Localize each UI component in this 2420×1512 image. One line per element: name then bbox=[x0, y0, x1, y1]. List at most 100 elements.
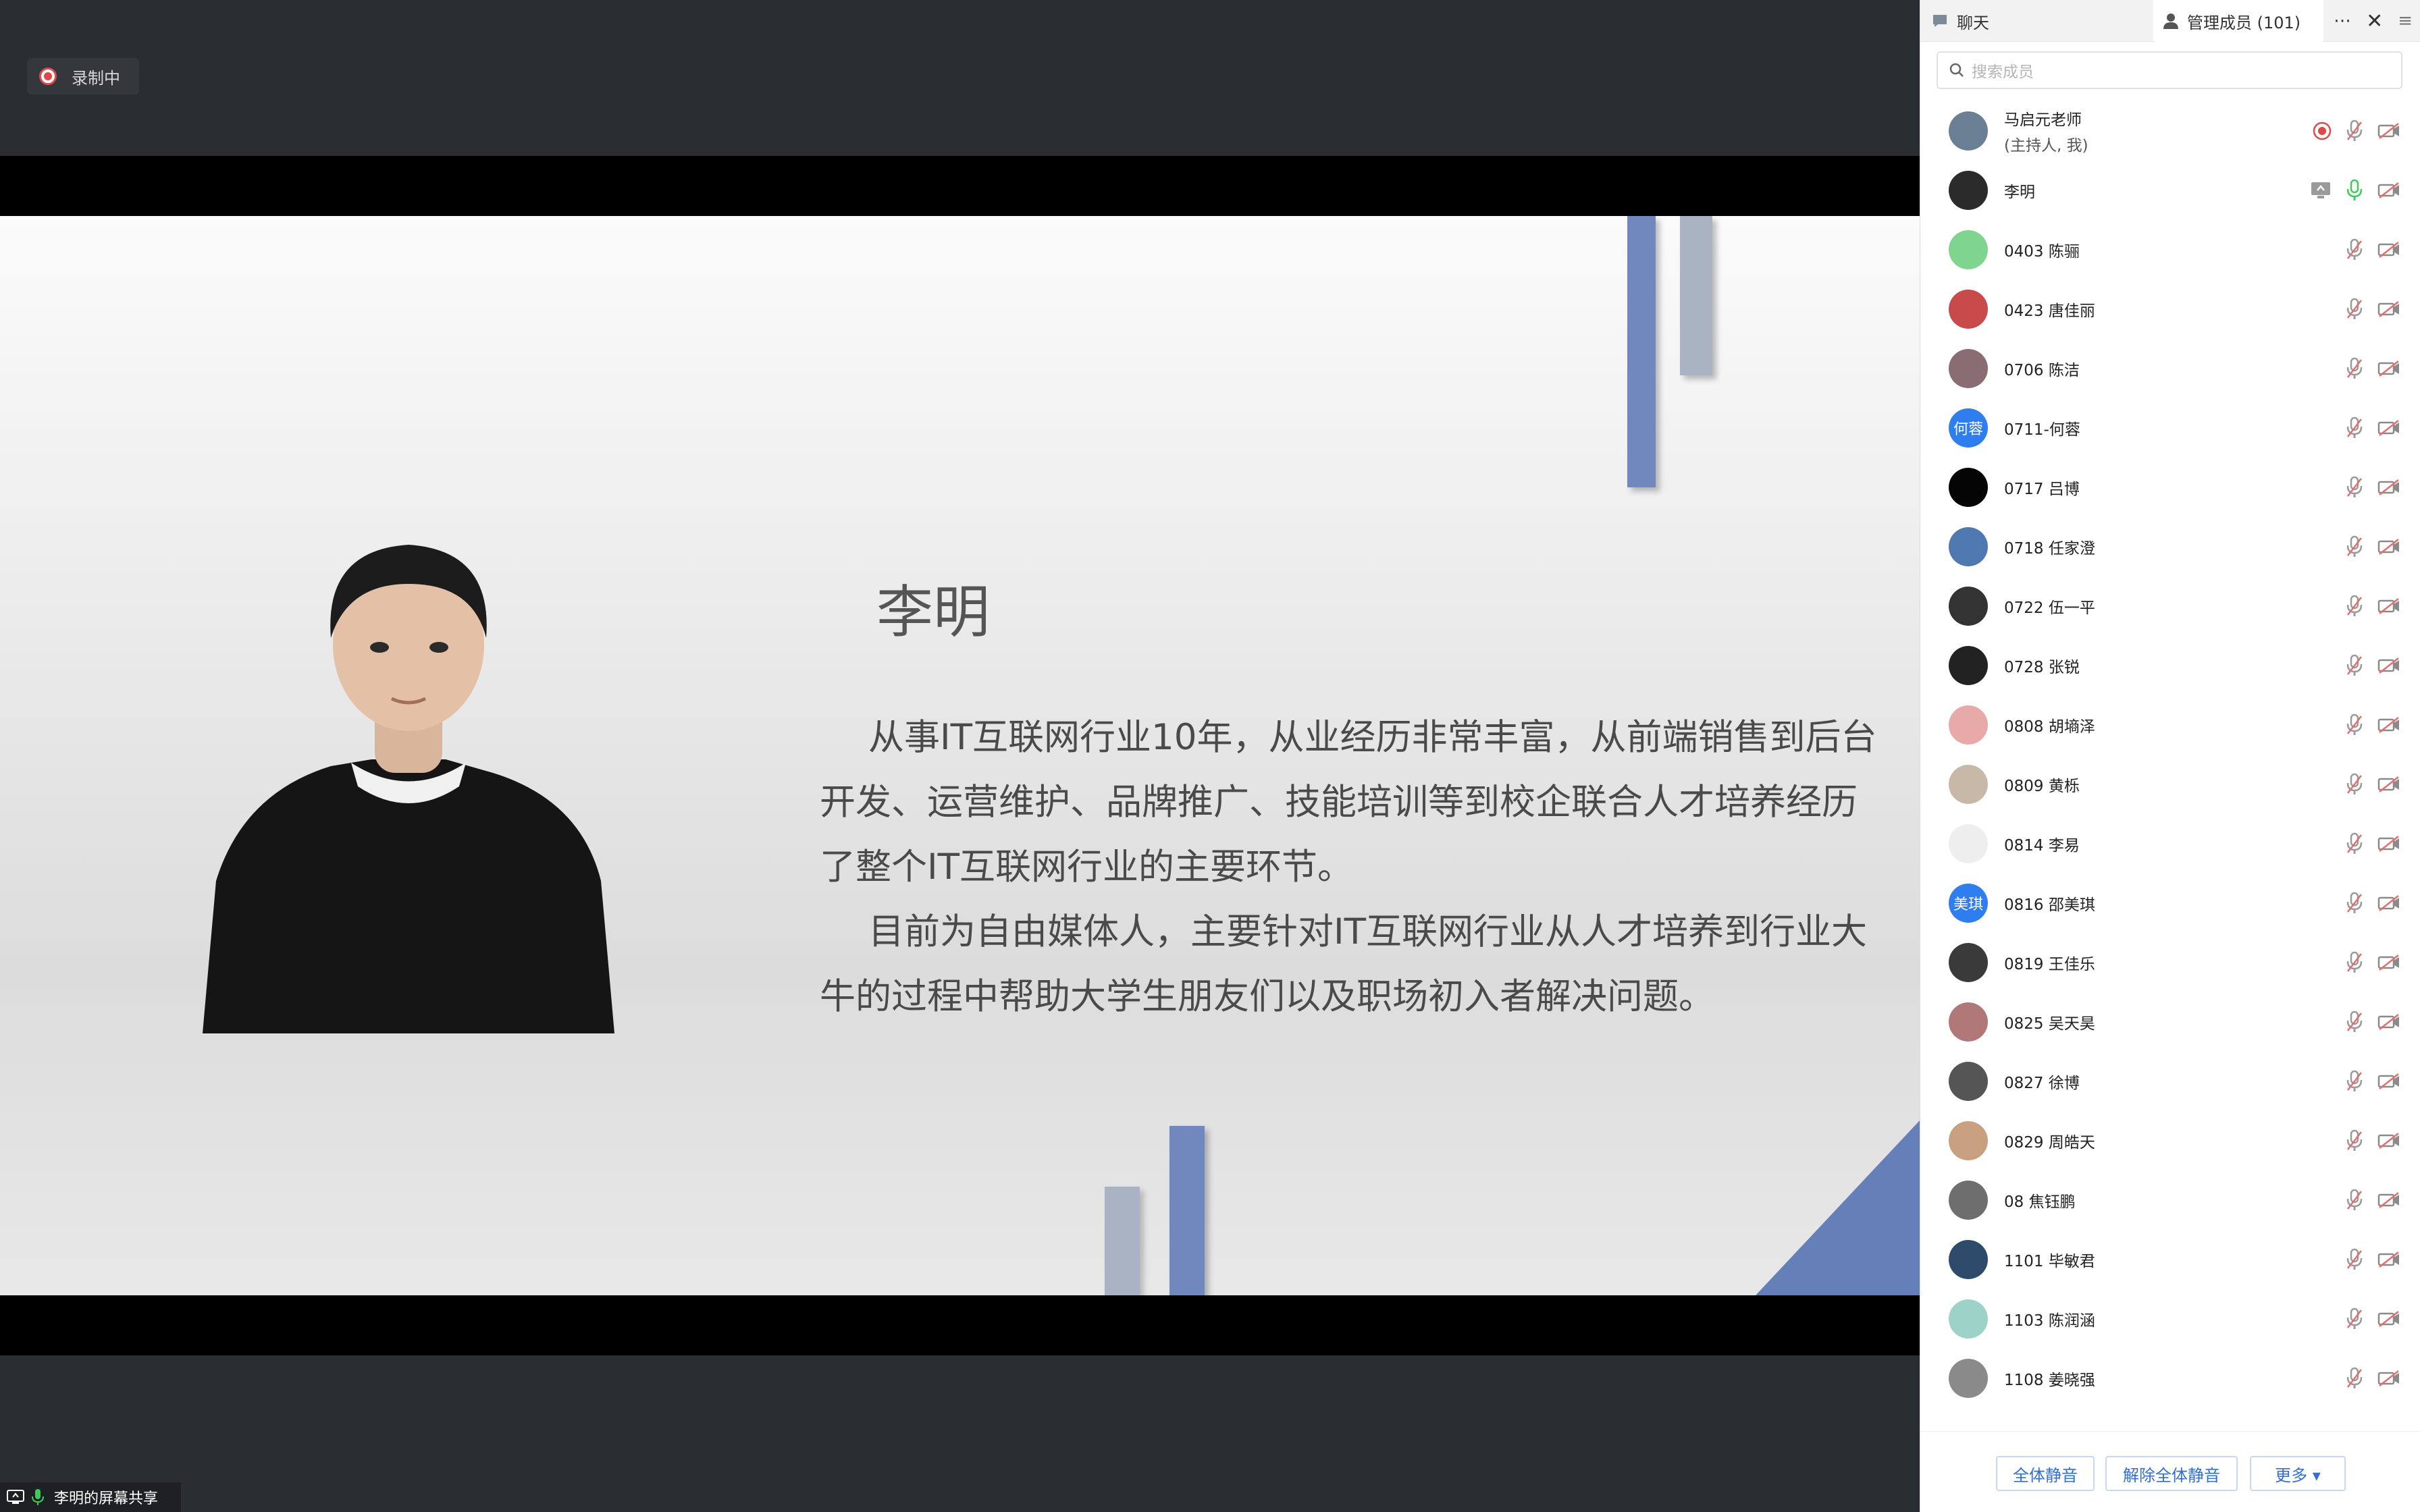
avatar: 美琪 bbox=[1949, 884, 1988, 923]
camera-off-icon[interactable] bbox=[2377, 835, 2400, 853]
mic-muted-icon[interactable] bbox=[2345, 416, 2364, 439]
member-row[interactable]: 0814 李易 bbox=[1920, 814, 2420, 873]
mic-muted-icon[interactable] bbox=[2345, 476, 2364, 499]
member-row[interactable]: 0717 吕博 bbox=[1920, 458, 2420, 517]
camera-off-icon[interactable] bbox=[2377, 954, 2400, 971]
mic-muted-icon[interactable] bbox=[2345, 654, 2364, 677]
member-row[interactable]: 李明 bbox=[1920, 161, 2420, 220]
unmute-all-button[interactable]: 解除全体静音 bbox=[2105, 1456, 2238, 1491]
member-status-icons bbox=[2345, 832, 2400, 855]
member-row[interactable]: 1103 陈润涵 bbox=[1920, 1289, 2420, 1349]
mic-muted-icon[interactable] bbox=[2345, 1367, 2364, 1390]
member-status-icons bbox=[2345, 416, 2400, 439]
camera-off-icon[interactable] bbox=[2377, 1251, 2400, 1268]
mic-on-icon[interactable] bbox=[2345, 179, 2364, 202]
mic-muted-icon[interactable] bbox=[2345, 119, 2364, 142]
member-status-icons bbox=[2345, 773, 2400, 796]
mic-muted-icon[interactable] bbox=[2345, 1129, 2364, 1152]
camera-off-icon[interactable] bbox=[2377, 1370, 2400, 1387]
mic-muted-icon[interactable] bbox=[2345, 832, 2364, 855]
chat-icon bbox=[1933, 15, 1947, 27]
avatar bbox=[1949, 646, 1988, 685]
member-row[interactable]: 0423 唐佳丽 bbox=[1920, 279, 2420, 339]
camera-off-icon[interactable] bbox=[2377, 1013, 2400, 1031]
camera-off-icon[interactable] bbox=[2377, 538, 2400, 556]
member-row[interactable]: 何蓉 0711-何蓉 bbox=[1920, 398, 2420, 458]
mic-muted-icon[interactable] bbox=[2345, 357, 2364, 380]
camera-off-icon[interactable] bbox=[2377, 597, 2400, 615]
member-row[interactable]: 0718 任家澄 bbox=[1920, 517, 2420, 576]
avatar bbox=[1949, 527, 1988, 566]
member-name: 0816 邵美琪 bbox=[2004, 896, 2095, 914]
mic-muted-icon[interactable] bbox=[2345, 535, 2364, 558]
more-button[interactable]: 更多 ▾ bbox=[2250, 1456, 2346, 1491]
avatar bbox=[1949, 824, 1988, 863]
member-name-block: 0711-何蓉 bbox=[2004, 416, 2080, 439]
member-row[interactable]: 0706 陈洁 bbox=[1920, 339, 2420, 398]
member-name-block: 0814 李易 bbox=[2004, 832, 2080, 855]
recording-label: 录制中 bbox=[72, 68, 120, 88]
mic-muted-icon[interactable] bbox=[2345, 713, 2364, 736]
camera-off-icon[interactable] bbox=[2377, 1191, 2400, 1209]
avatar bbox=[1949, 1002, 1988, 1042]
member-row[interactable]: 0829 周皓天 bbox=[1920, 1111, 2420, 1170]
more-options-icon[interactable]: ⋯ bbox=[2334, 11, 2351, 31]
camera-off-icon[interactable] bbox=[2377, 1073, 2400, 1090]
mic-muted-icon[interactable] bbox=[2345, 1010, 2364, 1033]
camera-off-icon[interactable] bbox=[2377, 1132, 2400, 1150]
mic-muted-icon[interactable] bbox=[2345, 238, 2364, 261]
member-row[interactable]: 0403 陈骊 bbox=[1920, 220, 2420, 279]
member-search[interactable]: 搜索成员 bbox=[1937, 51, 2402, 89]
camera-off-icon[interactable] bbox=[2377, 716, 2400, 734]
camera-off-icon[interactable] bbox=[2377, 657, 2400, 674]
tab-members[interactable]: 管理成员 (101) bbox=[2153, 0, 2323, 42]
camera-off-icon[interactable] bbox=[2377, 122, 2400, 140]
camera-off-icon[interactable] bbox=[2377, 419, 2400, 437]
mic-muted-icon[interactable] bbox=[2345, 595, 2364, 618]
mic-muted-icon[interactable] bbox=[2345, 892, 2364, 915]
member-row[interactable]: 1108 姜晓强 bbox=[1920, 1349, 2420, 1408]
recording-indicator[interactable]: 录制中 bbox=[27, 58, 139, 94]
tab-members-label: 管理成员 (101) bbox=[2187, 13, 2301, 32]
mic-muted-icon[interactable] bbox=[2345, 1248, 2364, 1271]
avatar bbox=[1949, 943, 1988, 982]
mic-muted-icon[interactable] bbox=[2345, 773, 2364, 796]
member-name: 0827 徐博 bbox=[2004, 1075, 2080, 1092]
camera-off-icon[interactable] bbox=[2377, 479, 2400, 496]
member-row[interactable]: 0827 徐博 bbox=[1920, 1052, 2420, 1111]
member-row[interactable]: 0722 伍一平 bbox=[1920, 576, 2420, 636]
mic-muted-icon[interactable] bbox=[2345, 1189, 2364, 1212]
member-row[interactable]: 0819 王佳乐 bbox=[1920, 933, 2420, 992]
close-icon[interactable]: ✕ bbox=[2366, 9, 2383, 33]
member-name-block: 0829 周皓天 bbox=[2004, 1129, 2095, 1152]
member-name-block: 李明 bbox=[2004, 179, 2035, 202]
camera-off-icon[interactable] bbox=[2377, 182, 2400, 199]
mic-muted-icon[interactable] bbox=[2345, 1070, 2364, 1093]
member-status-icons bbox=[2345, 713, 2400, 736]
member-status-icons bbox=[2345, 1129, 2400, 1152]
member-name-block: 0827 徐博 bbox=[2004, 1070, 2080, 1093]
mic-muted-icon[interactable] bbox=[2345, 951, 2364, 974]
member-name: 1108 姜晓强 bbox=[2004, 1372, 2095, 1389]
member-row[interactable]: 0808 胡墒泽 bbox=[1920, 695, 2420, 755]
camera-off-icon[interactable] bbox=[2377, 894, 2400, 912]
member-row[interactable]: 0809 黄栎 bbox=[1920, 755, 2420, 814]
camera-off-icon[interactable] bbox=[2377, 1310, 2400, 1328]
person-icon bbox=[2163, 14, 2178, 29]
mic-muted-icon[interactable] bbox=[2345, 298, 2364, 321]
member-status-icons bbox=[2345, 476, 2400, 499]
camera-off-icon[interactable] bbox=[2377, 360, 2400, 377]
member-row[interactable]: 0825 吴天昊 bbox=[1920, 992, 2420, 1052]
menu-icon[interactable]: ≡ bbox=[2398, 11, 2413, 31]
tab-chat[interactable]: 聊天 bbox=[1926, 0, 2155, 42]
camera-off-icon[interactable] bbox=[2377, 300, 2400, 318]
member-row[interactable]: 马启元老师 (主持人, 我) bbox=[1920, 101, 2420, 161]
member-row[interactable]: 1101 毕敏君 bbox=[1920, 1230, 2420, 1289]
camera-off-icon[interactable] bbox=[2377, 241, 2400, 259]
member-row[interactable]: 0728 张锐 bbox=[1920, 636, 2420, 695]
member-row[interactable]: 08 焦钰鹏 bbox=[1920, 1170, 2420, 1230]
mic-muted-icon[interactable] bbox=[2345, 1307, 2364, 1330]
member-row[interactable]: 美琪 0816 邵美琪 bbox=[1920, 873, 2420, 933]
mute-all-button[interactable]: 全体静音 bbox=[1996, 1456, 2095, 1491]
camera-off-icon[interactable] bbox=[2377, 776, 2400, 793]
